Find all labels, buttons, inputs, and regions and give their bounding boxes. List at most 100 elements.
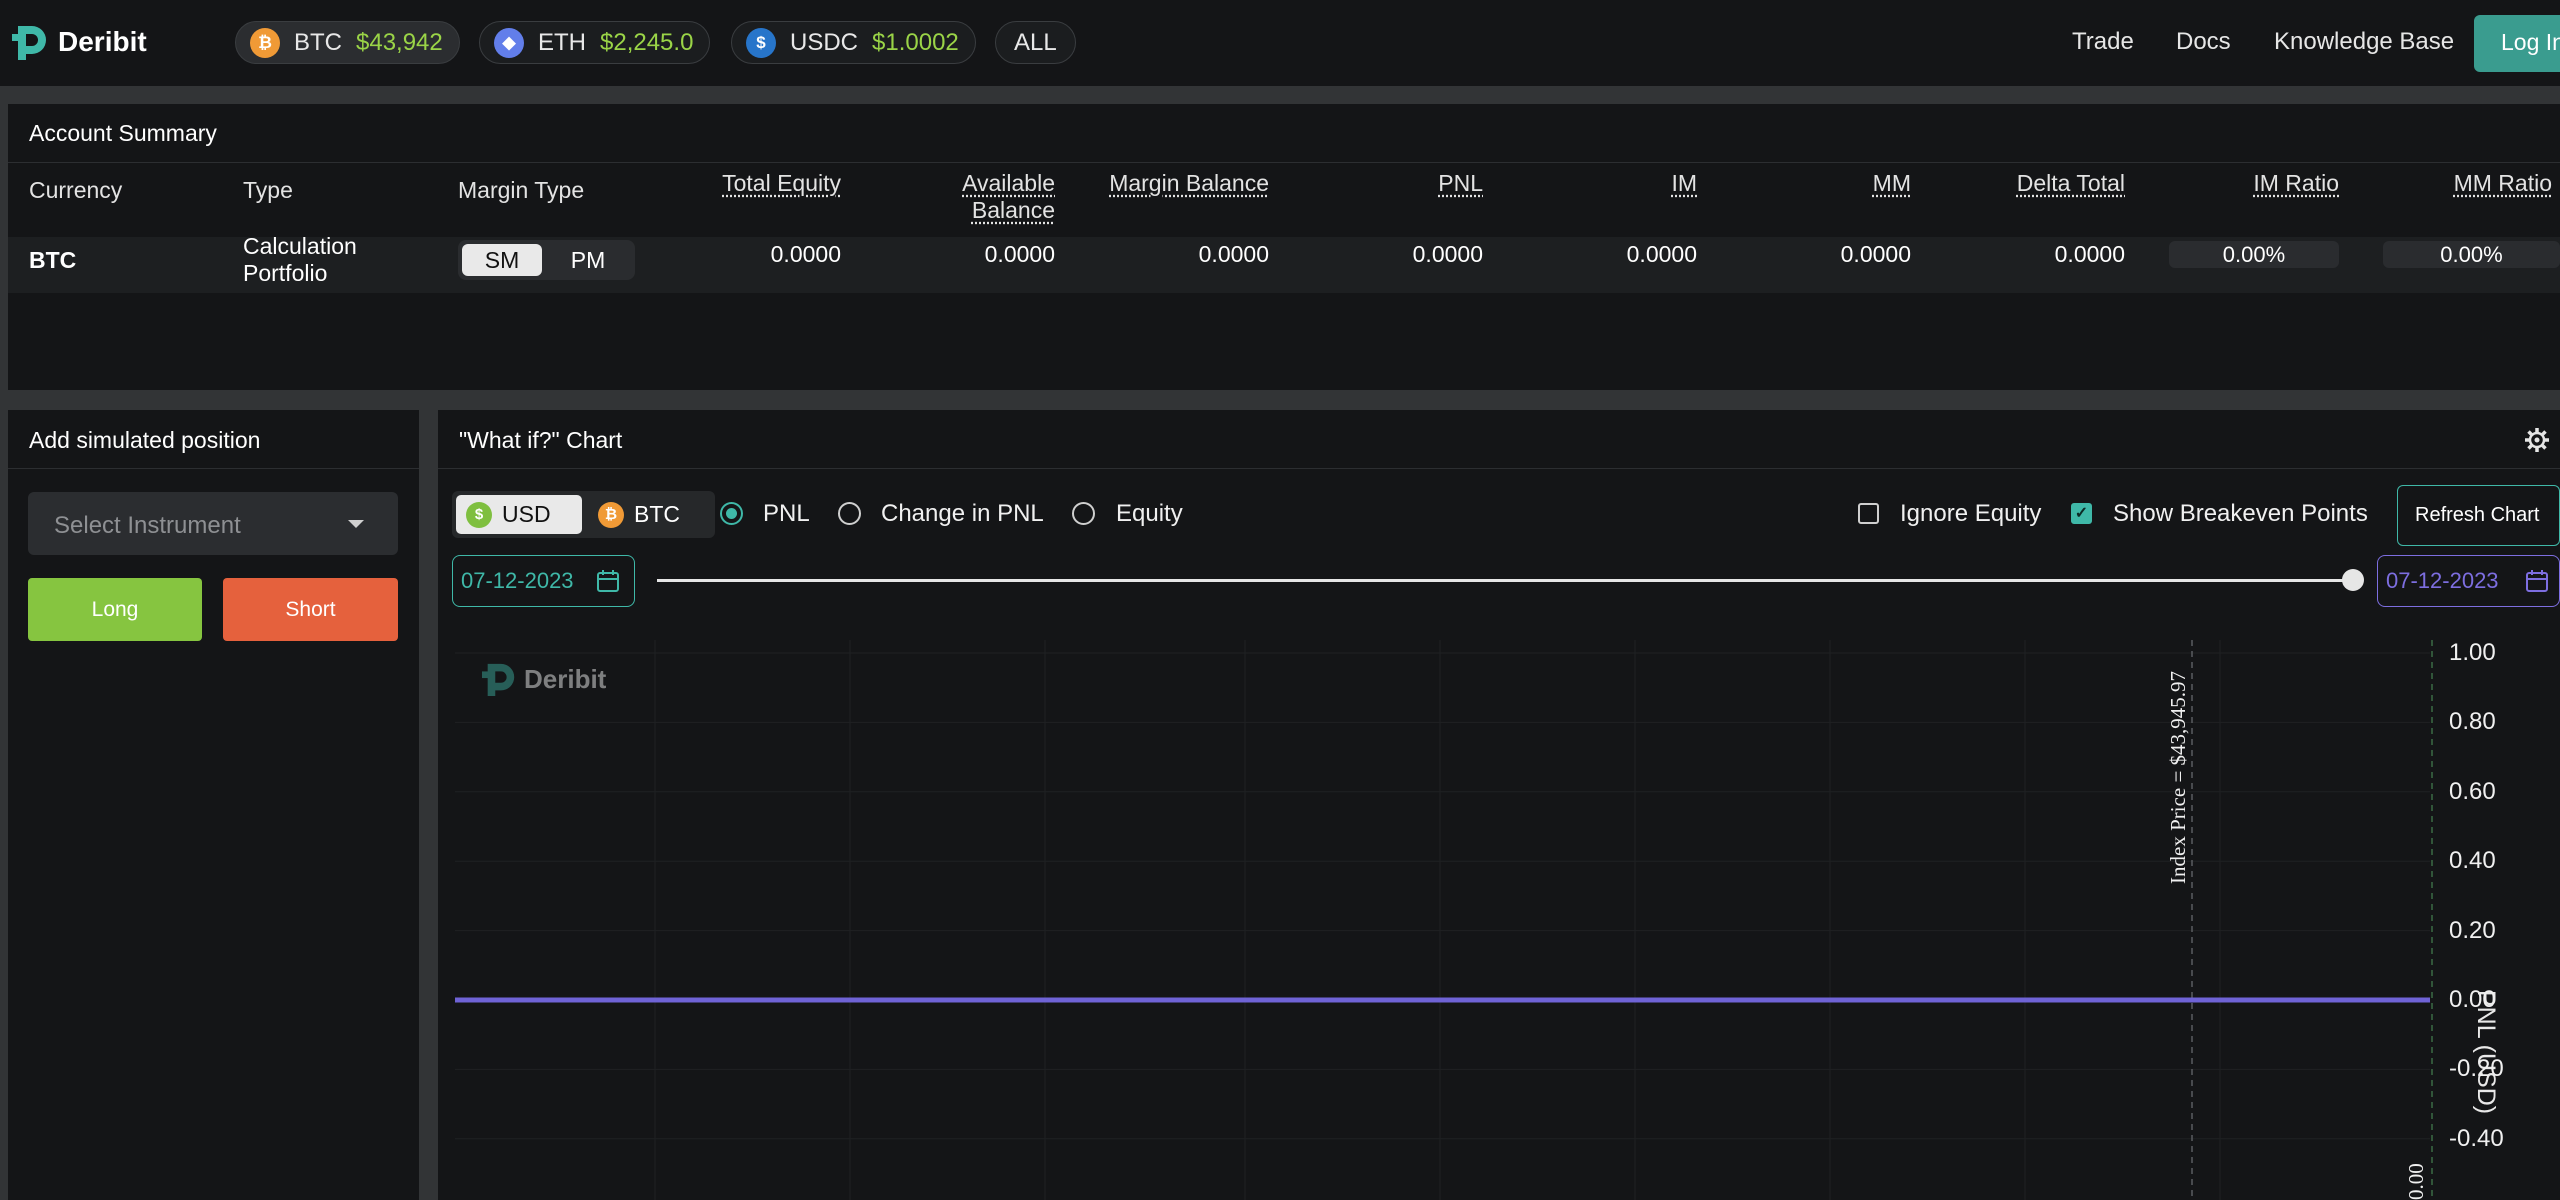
y-tick-label: 0.40: [2449, 847, 2496, 875]
show-breakeven-checkbox[interactable]: ✓: [2071, 503, 2092, 524]
margin-pm-option[interactable]: PM: [548, 244, 628, 276]
ticker-price: $1.0002: [872, 28, 959, 56]
cell-mm-ratio: 0.00%: [2383, 241, 2560, 268]
usdc-icon: $: [746, 27, 776, 58]
ignore-equity-label[interactable]: Ignore Equity: [1900, 500, 2041, 528]
brand-name: Deribit: [58, 26, 147, 57]
usd-icon: $: [466, 501, 492, 528]
cell-pnl: 0.0000: [1412, 241, 1483, 267]
col-available-balance[interactable]: Available Balance: [908, 170, 1055, 224]
start-date-value: 07-12-2023: [461, 568, 574, 593]
ticker-symbol: USDC: [790, 28, 859, 56]
col-type: Type: [243, 177, 293, 203]
col-total-equity[interactable]: Total Equity: [608, 170, 841, 197]
col-margin-balance[interactable]: Margin Balance: [1038, 170, 1269, 197]
y-tick-label: 0.80: [2449, 708, 2496, 736]
mode-pnl-radio[interactable]: [720, 502, 743, 525]
y-tick-label: -0.40: [2449, 1124, 2504, 1152]
date-range-slider-thumb[interactable]: [2342, 569, 2364, 591]
col-pnl[interactable]: PNL: [1268, 170, 1483, 197]
deribit-logo[interactable]: Deribit: [12, 22, 147, 62]
end-date-field[interactable]: 07-12-2023: [2377, 555, 2560, 607]
margin-sm-option[interactable]: SM: [462, 244, 542, 276]
currency-toggle: $ USD ₿ BTC: [452, 491, 715, 538]
ticker-all-label: ALL: [1014, 28, 1057, 56]
currency-usd-option[interactable]: $ USD: [456, 495, 582, 534]
cell-total-equity: 0.0000: [770, 241, 841, 267]
cell-mm: 0.0000: [1840, 241, 1911, 267]
cell-type: Calculation Portfolio: [243, 233, 357, 286]
end-date-value: 07-12-2023: [2386, 568, 2499, 593]
gear-icon[interactable]: [2524, 427, 2550, 453]
top-navigation-bar: Deribit ₿ BTC $43,942 ◆ ETH $2,245.0 $ U…: [0, 0, 2560, 86]
mode-equity-label[interactable]: Equity: [1116, 500, 1183, 528]
mode-change-pnl-radio[interactable]: [838, 502, 861, 525]
margin-type-toggle: SM PM: [458, 240, 635, 280]
col-mm[interactable]: MM: [1708, 170, 1911, 197]
y-tick-label: -0.20: [2449, 1055, 2504, 1083]
y-tick-label: 1.00: [2449, 639, 2496, 666]
deribit-logo-icon: [12, 26, 46, 60]
ticker-btc[interactable]: ₿ BTC $43,942: [235, 21, 460, 64]
ticker-usdc[interactable]: $ USDC $1.0002: [731, 21, 976, 64]
btc-icon: ₿: [250, 27, 280, 58]
y-tick-label: 0.60: [2449, 777, 2496, 805]
col-im-ratio[interactable]: IM Ratio: [2128, 170, 2339, 197]
account-summary-panel: Account Summary Currency Type Margin Typ…: [8, 104, 2560, 390]
start-date-field[interactable]: 07-12-2023: [452, 555, 635, 607]
chart-svg: [455, 640, 2433, 1200]
chart-watermark: Deribit: [482, 660, 606, 698]
refresh-chart-button[interactable]: Refresh Chart: [2397, 485, 2560, 546]
cell-im: 0.0000: [1626, 241, 1697, 267]
currency-btc-option[interactable]: ₿ BTC: [588, 495, 708, 534]
index-price-annotation: Index Price = $43,945.97: [2166, 670, 2190, 884]
col-mm-ratio[interactable]: MM Ratio: [2348, 170, 2552, 197]
date-range-slider-track[interactable]: [657, 579, 2353, 582]
instrument-select-placeholder: Select Instrument: [54, 512, 241, 539]
login-button[interactable]: Log In: [2474, 15, 2560, 72]
nav-knowledge-base[interactable]: Knowledge Base: [2274, 28, 2454, 56]
whatif-chart-plot[interactable]: [455, 640, 2560, 1200]
breakeven-annotation: 0.00: [2404, 1163, 2428, 1200]
mode-change-pnl-label[interactable]: Change in PNL: [881, 500, 1044, 528]
mode-equity-radio[interactable]: [1072, 502, 1095, 525]
chevron-down-icon: [348, 520, 364, 528]
ticker-symbol: ETH: [538, 28, 586, 56]
nav-docs[interactable]: Docs: [2176, 28, 2231, 56]
whatif-chart-title: "What if?" Chart: [459, 427, 623, 453]
cell-delta-total: 0.0000: [2054, 241, 2125, 267]
cell-margin-balance: 0.0000: [1198, 241, 1269, 267]
instrument-select[interactable]: Select Instrument: [28, 492, 398, 555]
eth-icon: ◆: [494, 27, 524, 58]
ticker-all[interactable]: ALL: [995, 21, 1076, 64]
ticker-symbol: BTC: [294, 28, 342, 56]
y-tick-label: 0.00: [2449, 986, 2496, 1013]
currency-usd-label: USD: [502, 501, 551, 527]
calendar-icon[interactable]: [2525, 569, 2549, 593]
show-breakeven-label[interactable]: Show Breakeven Points: [2113, 500, 2368, 528]
col-currency: Currency: [29, 177, 123, 203]
mode-pnl-label[interactable]: PNL: [763, 500, 810, 528]
chart-watermark-text: Deribit: [524, 663, 607, 694]
long-button[interactable]: Long: [28, 578, 202, 641]
divider: [8, 162, 2560, 163]
deribit-watermark-icon: [482, 663, 515, 697]
col-im[interactable]: IM: [1488, 170, 1697, 197]
divider: [438, 468, 2560, 469]
col-margin-type: Margin Type: [458, 177, 585, 203]
y-tick-label: 0.20: [2449, 916, 2496, 944]
ticker-eth[interactable]: ◆ ETH $2,245.0: [479, 21, 711, 64]
ticker-price: $2,245.0: [600, 28, 694, 56]
short-button[interactable]: Short: [223, 578, 398, 641]
ignore-equity-checkbox[interactable]: [1858, 503, 1879, 524]
cell-im-ratio: 0.00%: [2169, 241, 2339, 268]
btc-icon: ₿: [598, 501, 624, 528]
cell-available-balance: 0.0000: [984, 241, 1055, 267]
col-delta-total[interactable]: Delta Total: [1908, 170, 2125, 197]
nav-trade[interactable]: Trade: [2072, 28, 2134, 56]
account-summary-title: Account Summary: [29, 120, 217, 146]
ticker-price: $43,942: [356, 28, 443, 56]
divider: [8, 468, 419, 469]
simulated-position-title: Add simulated position: [29, 427, 261, 453]
calendar-icon[interactable]: [596, 569, 620, 593]
